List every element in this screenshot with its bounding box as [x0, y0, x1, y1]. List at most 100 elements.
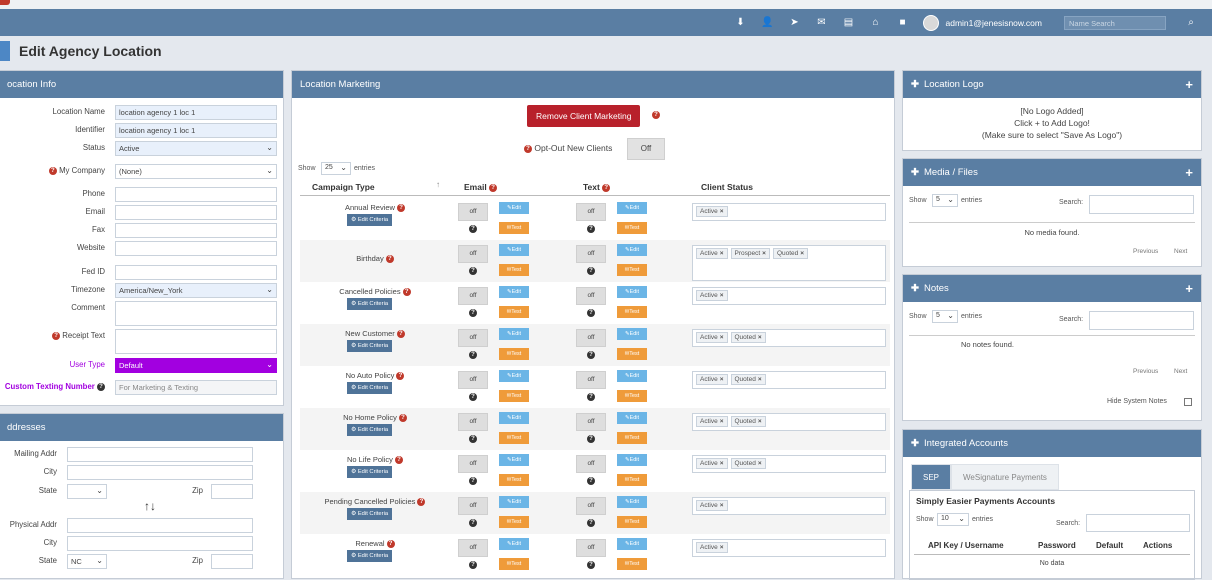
help-icon[interactable]: ? — [587, 351, 595, 359]
media-search-input[interactable] — [1089, 195, 1194, 214]
email-edit-button[interactable]: ✎Edit — [499, 496, 529, 508]
next-link[interactable]: Next — [1174, 368, 1187, 375]
email-test-button[interactable]: ✉Test — [499, 222, 529, 234]
text-test-button[interactable]: ✉Test — [617, 264, 647, 276]
email-off-toggle[interactable]: off — [458, 287, 488, 305]
fed-id-input[interactable] — [115, 265, 277, 280]
send-icon[interactable]: ➤ — [783, 17, 805, 28]
col-client-status[interactable]: Client Status — [701, 182, 753, 192]
col-default[interactable]: Default — [1096, 541, 1123, 550]
help-icon[interactable]: ? — [469, 351, 477, 359]
remove-tag-icon[interactable]: × — [720, 208, 724, 215]
search-icon[interactable]: ⌕ — [1180, 17, 1202, 28]
client-status-select[interactable]: Active × — [692, 539, 886, 557]
remove-tag-icon[interactable]: × — [720, 502, 724, 509]
remove-tag-icon[interactable]: × — [758, 376, 762, 383]
text-test-button[interactable]: ✉Test — [617, 558, 647, 570]
page-size-select[interactable]: 5 ⌄ — [932, 310, 958, 323]
text-edit-button[interactable]: ✎Edit — [617, 286, 647, 298]
email-off-toggle[interactable]: off — [458, 329, 488, 347]
help-icon[interactable]: ? — [652, 111, 660, 119]
add-user-icon[interactable]: 👤 — [756, 17, 778, 28]
remove-tag-icon[interactable]: × — [800, 250, 804, 257]
website-input[interactable] — [115, 241, 277, 256]
grid-icon[interactable]: ■ — [891, 17, 913, 28]
help-icon[interactable]: ? — [386, 540, 395, 549]
add-media-icon[interactable]: + — [1185, 165, 1193, 180]
text-edit-button[interactable]: ✎Edit — [617, 496, 647, 508]
help-icon[interactable]: ? — [97, 382, 105, 391]
client-status-select[interactable]: Active × — [692, 497, 886, 515]
text-test-button[interactable]: ✉Test — [617, 222, 647, 234]
add-note-icon[interactable]: + — [1185, 281, 1193, 296]
edit-criteria-button[interactable]: ⚙ Edit Criteria — [347, 508, 393, 520]
col-campaign-type[interactable]: Campaign Type — [312, 182, 375, 192]
page-size-select[interactable]: 10 ⌄ — [937, 513, 969, 526]
email-test-button[interactable]: ✉Test — [499, 516, 529, 528]
physical-addr-input[interactable] — [67, 518, 253, 533]
help-icon[interactable]: ? — [398, 414, 407, 423]
client-status-select[interactable]: Active × Quoted × — [692, 329, 886, 347]
help-icon[interactable]: ? — [48, 166, 57, 175]
email-edit-button[interactable]: ✎Edit — [499, 286, 529, 298]
mailing-addr-input[interactable] — [67, 447, 253, 462]
identifier-input[interactable]: location agency 1 loc 1 — [115, 123, 277, 138]
help-icon[interactable]: ? — [602, 183, 611, 192]
edit-criteria-button[interactable]: ⚙ Edit Criteria — [347, 550, 393, 562]
help-icon[interactable]: ? — [587, 519, 595, 527]
remove-tag-icon[interactable]: × — [720, 250, 724, 257]
text-off-toggle[interactable]: off — [576, 329, 606, 347]
client-status-select[interactable]: Active × — [692, 203, 886, 221]
avatar[interactable] — [923, 14, 940, 31]
text-off-toggle[interactable]: off — [576, 413, 606, 431]
client-status-select[interactable]: Active × Quoted × — [692, 371, 886, 389]
help-icon[interactable]: ? — [587, 561, 595, 569]
document-icon[interactable]: ▤ — [837, 17, 859, 28]
help-icon[interactable]: ? — [469, 519, 477, 527]
text-off-toggle[interactable]: off — [576, 497, 606, 515]
text-test-button[interactable]: ✉Test — [617, 306, 647, 318]
help-icon[interactable]: ? — [469, 267, 477, 275]
text-off-toggle[interactable]: off — [576, 245, 606, 263]
remove-tag-icon[interactable]: × — [758, 418, 762, 425]
mailing-state-select[interactable]: ⌄ — [67, 484, 107, 499]
help-icon[interactable]: ? — [587, 267, 595, 275]
text-edit-button[interactable]: ✎Edit — [617, 202, 647, 214]
status-select[interactable]: Active ⌄ — [115, 141, 277, 156]
email-test-button[interactable]: ✉Test — [499, 348, 529, 360]
text-edit-button[interactable]: ✎Edit — [617, 244, 647, 256]
col-actions[interactable]: Actions — [1143, 541, 1172, 550]
text-off-toggle[interactable]: off — [576, 455, 606, 473]
edit-criteria-button[interactable]: ⚙ Edit Criteria — [347, 214, 393, 226]
email-off-toggle[interactable]: off — [458, 203, 488, 221]
text-off-toggle[interactable]: off — [576, 203, 606, 221]
page-size-select[interactable]: 5 ⌄ — [932, 194, 958, 207]
edit-criteria-button[interactable]: ⚙ Edit Criteria — [347, 298, 393, 310]
text-test-button[interactable]: ✉Test — [617, 390, 647, 402]
location-name-input[interactable]: location agency 1 loc 1 — [115, 105, 277, 120]
email-edit-button[interactable]: ✎Edit — [499, 412, 529, 424]
sort-icon[interactable]: ↑ — [436, 180, 440, 189]
help-icon[interactable]: ? — [469, 477, 477, 485]
text-test-button[interactable]: ✉Test — [617, 516, 647, 528]
text-edit-button[interactable]: ✎Edit — [617, 454, 647, 466]
help-icon[interactable]: ? — [587, 309, 595, 317]
col-password[interactable]: Password — [1038, 541, 1076, 550]
help-icon[interactable]: ? — [469, 309, 477, 317]
user-email[interactable]: admin1@jenesisnow.com — [945, 18, 1042, 28]
text-off-toggle[interactable]: off — [576, 287, 606, 305]
edit-criteria-button[interactable]: ⚙ Edit Criteria — [347, 466, 393, 478]
email-test-button[interactable]: ✉Test — [499, 432, 529, 444]
email-off-toggle[interactable]: off — [458, 539, 488, 557]
my-company-select[interactable]: (None) ⌄ — [115, 164, 277, 179]
email-test-button[interactable]: ✉Test — [499, 390, 529, 402]
help-icon[interactable]: ? — [587, 435, 595, 443]
remove-tag-icon[interactable]: × — [758, 460, 762, 467]
text-off-toggle[interactable]: off — [576, 539, 606, 557]
help-icon[interactable]: ? — [394, 456, 403, 465]
add-logo-icon[interactable]: + — [1185, 77, 1193, 92]
custom-texting-input[interactable]: For Marketing & Texting — [115, 380, 277, 395]
download-icon[interactable]: ⬇ — [729, 17, 751, 28]
email-input[interactable] — [115, 205, 277, 220]
help-icon[interactable]: ? — [469, 225, 477, 233]
